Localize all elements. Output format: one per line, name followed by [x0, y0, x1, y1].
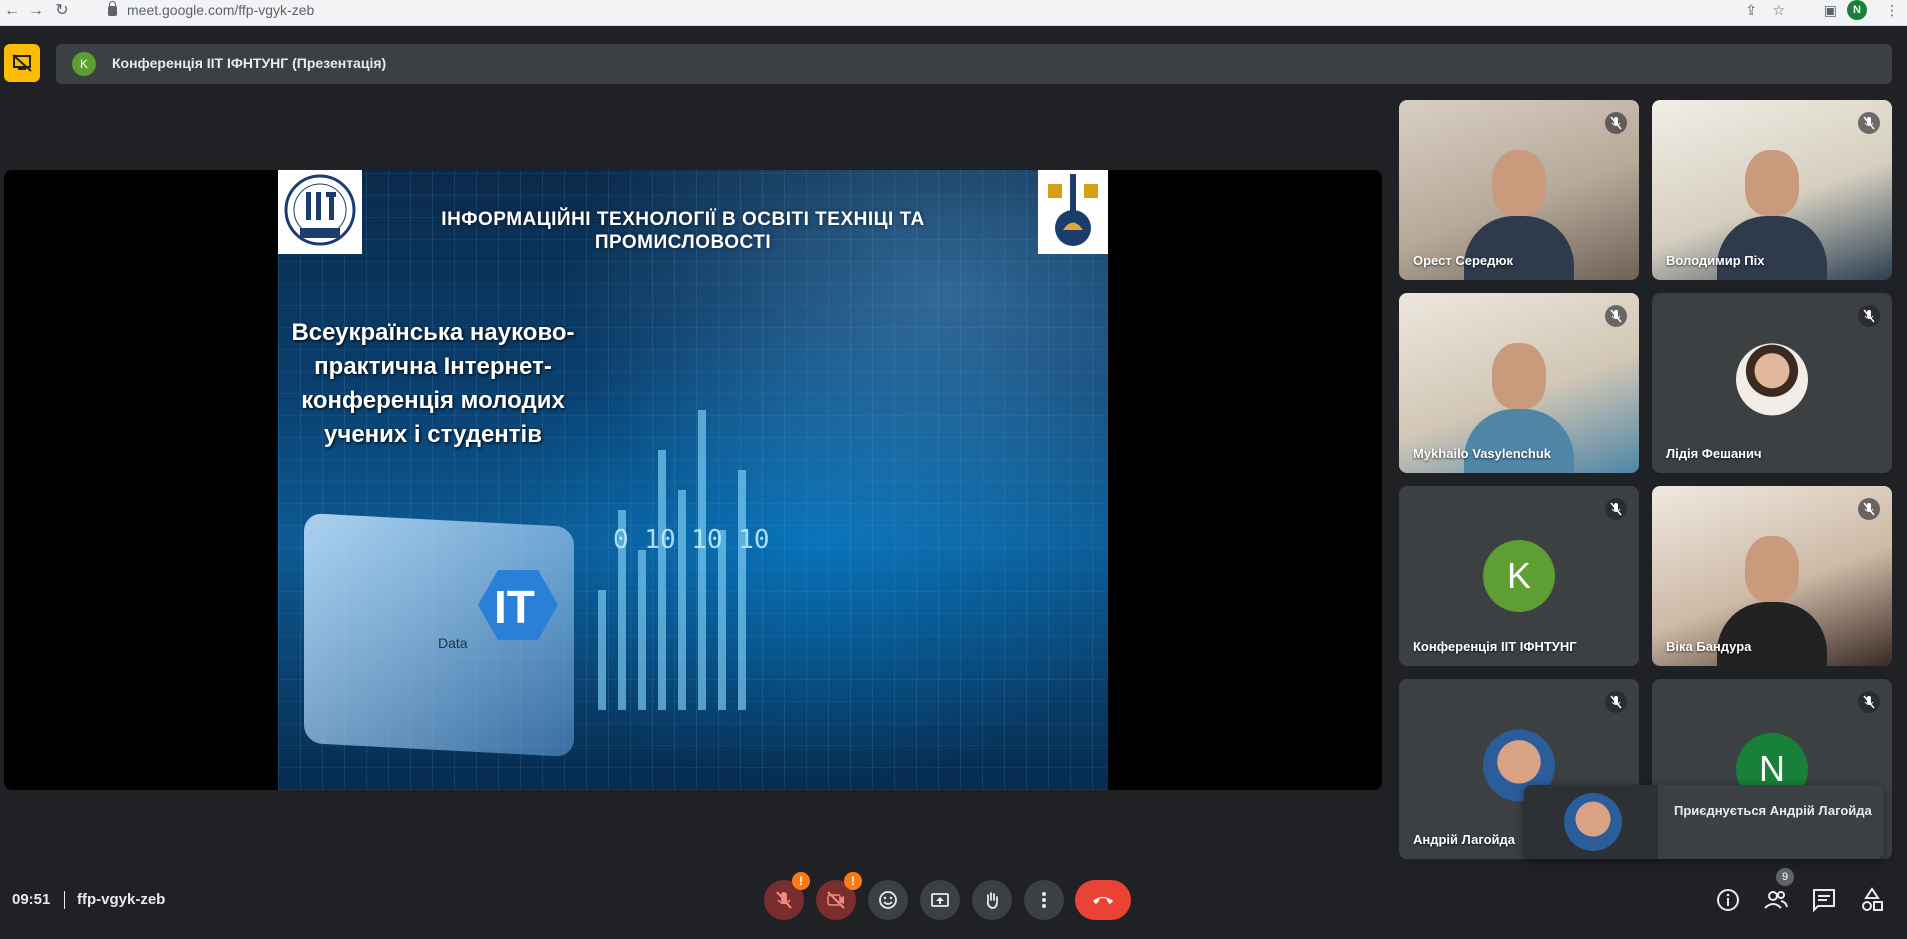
present-button[interactable] — [920, 880, 960, 920]
toast-message: Приєднується Андрій Лагойда — [1674, 803, 1872, 818]
forward-icon[interactable]: → — [26, 0, 46, 22]
emoji-icon — [879, 891, 897, 909]
presentation-title: Конференція ІІТ ІФНТУНГ (Презентація) — [112, 55, 387, 71]
bookmark-star-icon[interactable]: ☆ — [1772, 0, 1785, 20]
participant-name: Віка Бандура — [1666, 639, 1752, 654]
participant-avatar — [1736, 343, 1808, 416]
back-icon[interactable]: ← — [2, 0, 22, 22]
sidepanel-icon[interactable]: ▣ — [1824, 0, 1837, 20]
chat-icon — [1813, 889, 1835, 913]
participant-avatar: K — [1483, 540, 1555, 612]
camera-warning-badge: ! — [844, 872, 862, 890]
mic-off-icon — [1605, 112, 1627, 134]
slide-binary-text: 0 10 10 10 — [613, 525, 770, 555]
presentation-slide: ІНФОРМАЦІЙНІ ТЕХНОЛОГІЇ В ОСВІТІ ТЕХНІЦІ… — [278, 170, 1108, 790]
participant-tile[interactable]: Орест Середюк — [1399, 100, 1639, 280]
mic-off-icon — [1858, 498, 1880, 520]
url-text: meet.google.com/ffp-vgyk-zeb — [127, 2, 315, 18]
people-button[interactable] — [1762, 886, 1790, 914]
participant-name: Володимир Піх — [1666, 253, 1765, 268]
presentation-banner: K Конференція ІІТ ІФНТУНГ (Презентація) — [56, 44, 1892, 84]
presenter-avatar: K — [72, 52, 96, 76]
info-icon — [1717, 889, 1739, 911]
reactions-button[interactable] — [868, 880, 908, 920]
raise-hand-button[interactable] — [972, 880, 1012, 920]
mic-off-icon — [776, 891, 792, 909]
toast-avatar — [1524, 785, 1658, 859]
camera-toggle-button[interactable]: ! — [816, 872, 862, 920]
slide-subtitle: Всеукраїнська науково-практична Інтернет… — [291, 319, 575, 448]
mic-toggle-button[interactable]: ! — [764, 872, 810, 920]
presentation-stage[interactable]: ІНФОРМАЦІЙНІ ТЕХНОЛОГІЇ В ОСВІТІ ТЕХНІЦІ… — [4, 170, 1382, 790]
shapes-icon — [1862, 887, 1883, 911]
meeting-code: ffp-vgyk-zeb — [77, 891, 166, 908]
browser-toolbar: ← → ↻ meet.google.com/ffp-vgyk-zeb ⇪ ☆ ▣… — [0, 0, 1907, 26]
people-icon — [1764, 891, 1788, 909]
camera-off-icon — [827, 891, 845, 909]
hang-up-icon — [1093, 897, 1113, 904]
slide-heading: ІНФОРМАЦІЙНІ ТЕХНОЛОГІЇ В ОСВІТІ ТЕХНІЦІ… — [441, 209, 925, 253]
participant-tile[interactable]: Віка Бандура — [1652, 486, 1892, 666]
slide-card-label: Data — [438, 635, 468, 651]
mic-off-icon — [1858, 112, 1880, 134]
participants-count-badge: 9 — [1776, 868, 1794, 886]
reload-icon[interactable]: ↻ — [52, 0, 72, 22]
participant-tile[interactable]: Mykhailo Vasylenchuk — [1399, 293, 1639, 473]
stop-presenting-button[interactable] — [4, 44, 40, 82]
menu-icon[interactable]: ⋮ — [1885, 0, 1899, 20]
more-options-button[interactable] — [1024, 880, 1064, 920]
university-logo — [1038, 170, 1108, 254]
mic-off-icon — [1858, 305, 1880, 327]
join-notification: Приєднується Андрій Лагойда — [1524, 785, 1884, 859]
profile-avatar[interactable]: N — [1847, 0, 1867, 20]
present-icon — [931, 893, 949, 907]
present-off-icon — [12, 54, 32, 72]
address-bar[interactable]: meet.google.com/ffp-vgyk-zeb — [108, 0, 314, 22]
lock-icon — [108, 1, 117, 16]
meeting-time: 09:51 — [12, 891, 51, 908]
mic-warning-badge: ! — [792, 872, 810, 890]
participant-name: Андрій Лагойда — [1413, 832, 1515, 847]
mic-off-icon — [1605, 305, 1627, 327]
participant-name: Mykhailo Vasylenchuk — [1413, 446, 1552, 461]
participant-name: Орест Середюк — [1413, 253, 1513, 268]
chat-button[interactable] — [1810, 886, 1838, 914]
more-vert-icon — [1042, 892, 1046, 908]
participant-tile[interactable]: K Конференція ІІТ ІФНТУНГ — [1399, 486, 1639, 666]
activities-button[interactable] — [1858, 886, 1886, 914]
institute-logo — [278, 170, 362, 254]
divider — [64, 891, 65, 909]
slide-hexagon-label: IT — [494, 581, 535, 633]
share-icon[interactable]: ⇪ — [1745, 0, 1757, 20]
participant-name: Лідія Фешанич — [1666, 446, 1762, 461]
leave-call-button[interactable] — [1075, 880, 1131, 920]
mic-off-icon — [1605, 498, 1627, 520]
participant-tile[interactable]: Володимир Піх — [1652, 100, 1892, 280]
mic-off-icon — [1605, 691, 1627, 713]
participant-tile[interactable]: Лідія Фешанич — [1652, 293, 1892, 473]
mic-off-icon — [1858, 691, 1880, 713]
participant-name: Конференція ІІТ ІФНТУНГ — [1413, 639, 1577, 654]
hand-icon — [986, 892, 998, 909]
meeting-details-button[interactable] — [1714, 886, 1742, 914]
